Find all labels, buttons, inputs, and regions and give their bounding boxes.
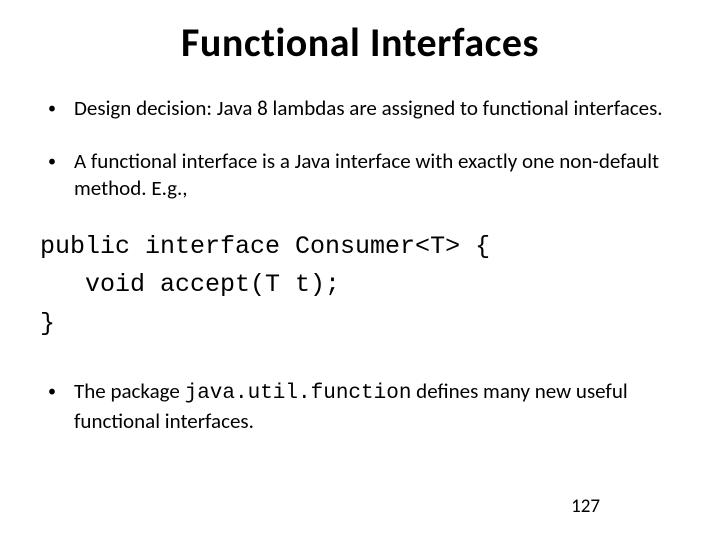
bullet-list-bottom: The package java.util.function defines m… <box>40 378 680 435</box>
bullet-3-prefix: The package <box>74 378 185 404</box>
page-number: 127 <box>571 495 600 518</box>
slide-title: Functional Interfaces <box>40 18 680 67</box>
bullet-3-code: java.util.function <box>185 382 412 405</box>
bullet-3: The package java.util.function defines m… <box>40 378 680 435</box>
slide: Functional Interfaces Design decision: J… <box>0 0 720 540</box>
bullet-1: Design decision: Java 8 lambdas are assi… <box>40 95 680 122</box>
bullet-2: A functional interface is a Java interfa… <box>40 148 680 202</box>
bullet-list-top: Design decision: Java 8 lambdas are assi… <box>40 95 680 202</box>
code-block: public interface Consumer<T> { void acce… <box>40 228 680 344</box>
